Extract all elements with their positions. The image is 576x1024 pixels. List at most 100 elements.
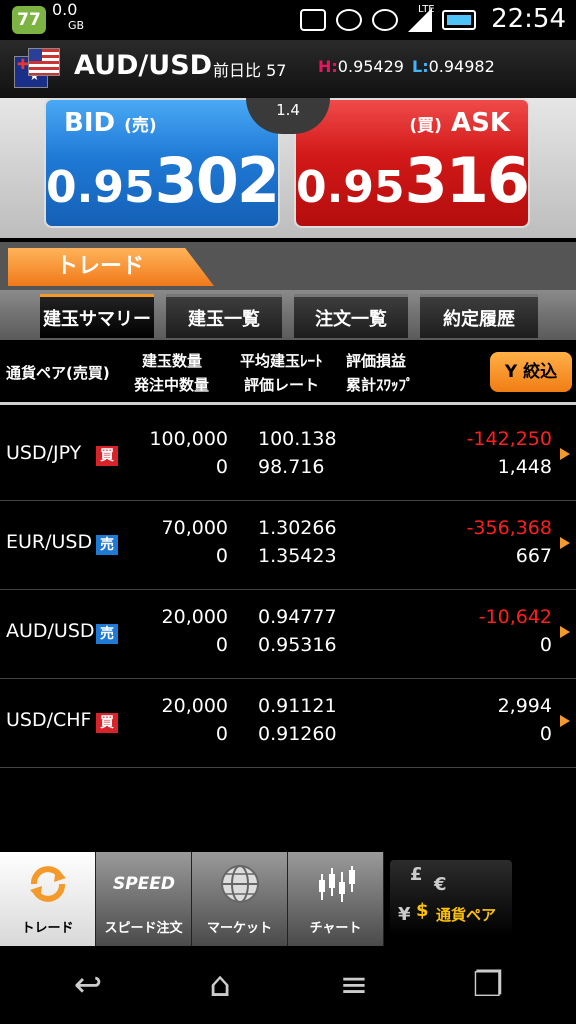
- voicemail-icon: [300, 9, 326, 31]
- home-icon[interactable]: ⌂: [190, 960, 250, 1010]
- ask-label: (買) ASK: [409, 108, 510, 138]
- nav-speed-order[interactable]: SPEED スピード注文: [96, 852, 192, 946]
- nav-market-label: マーケット: [206, 921, 272, 936]
- nav-currency-pair[interactable]: £ € ¥ $ 通貨ペア: [390, 860, 512, 936]
- nav-trade[interactable]: トレード: [0, 852, 96, 946]
- col-qty: 建玉数量: [142, 352, 203, 370]
- row-qty: 100,000: [149, 428, 228, 450]
- back-icon[interactable]: ↩: [58, 960, 118, 1010]
- tab-position-summary[interactable]: 建玉サマリー: [40, 294, 154, 338]
- bid-label-jp: (売): [124, 116, 157, 136]
- side-badge: 売: [96, 624, 118, 644]
- currency-symbols-icon: £: [410, 864, 423, 885]
- bid-label: BID (売): [64, 108, 157, 138]
- row-pl: -10,642: [478, 606, 552, 628]
- dollar-icon: $: [416, 900, 429, 921]
- col-swap: 累計ｽﾜｯﾌﾟ: [346, 376, 414, 394]
- high-value: 0.95429: [337, 57, 404, 76]
- table-row[interactable]: USD/JPY 買 100,000 0 100.138 98.716 -142,…: [0, 412, 576, 501]
- change-label: 前日比: [213, 61, 262, 80]
- col-avg-rate: 平均建玉ﾚｰﾄ: [240, 352, 323, 370]
- pair-title: AUD/USD: [74, 50, 213, 81]
- chevron-right-icon: [560, 715, 570, 727]
- heart-icon: [336, 9, 362, 31]
- row-swap: 0: [539, 723, 552, 745]
- bid-label-text: BID: [64, 108, 116, 138]
- alarm-icon: [372, 9, 398, 31]
- bid-price: 0.95302: [46, 144, 280, 217]
- ask-price: 0.95316: [296, 144, 530, 217]
- trade-tab[interactable]: トレード: [8, 248, 214, 286]
- day-change: 前日比 57: [213, 57, 286, 81]
- chevron-right-icon: [560, 448, 570, 460]
- side-badge: 売: [96, 535, 118, 555]
- clock: 22:54: [491, 4, 566, 34]
- row-eval-rate: 1.35423: [258, 545, 337, 567]
- tab-position-list[interactable]: 建玉一覧: [166, 294, 282, 338]
- row-pending: 0: [215, 545, 228, 567]
- row-pl: -356,368: [466, 517, 552, 539]
- row-pair: USD/JPY: [6, 442, 82, 464]
- side-badge: 買: [96, 446, 118, 466]
- chevron-right-icon: [560, 626, 570, 638]
- side-badge: 買: [96, 713, 118, 733]
- ask-price-small: 0.95: [296, 162, 405, 213]
- euro-icon: €: [434, 874, 447, 895]
- row-qty: 20,000: [161, 606, 228, 628]
- us-flag-icon: [28, 48, 60, 76]
- ask-label-text: ASK: [451, 108, 510, 138]
- network-type: LTE: [418, 4, 435, 15]
- tab-order-list[interactable]: 注文一覧: [294, 294, 408, 338]
- status-bar: 77 0.0 GB LTE 22:54: [0, 0, 576, 40]
- row-eval-rate: 0.95316: [258, 634, 337, 656]
- row-pending: 0: [215, 634, 228, 656]
- row-avg-rate: 0.91121: [258, 695, 337, 717]
- row-swap: 0: [539, 634, 552, 656]
- pair-header[interactable]: AUD/USD 前日比 57 H:0.95429 L:0.94982: [0, 40, 576, 98]
- row-avg-rate: 0.94777: [258, 606, 337, 628]
- menu-icon[interactable]: ≡: [324, 960, 384, 1010]
- candlestick-chart-icon: [319, 866, 355, 902]
- refresh-arrows-icon: [30, 866, 66, 902]
- row-swap: 667: [515, 545, 552, 567]
- bid-price-large: 302: [154, 144, 280, 217]
- data-usage: 0.0 GB: [52, 2, 84, 34]
- filter-button[interactable]: Y 絞込: [490, 352, 572, 392]
- bid-button[interactable]: BID (売) 0.95302: [44, 98, 280, 228]
- nav-chart-label: チャート: [309, 921, 362, 936]
- filter-icon: Y: [504, 362, 518, 382]
- row-avg-rate: 100.138: [258, 428, 337, 450]
- row-pair: AUD/USD: [6, 620, 95, 642]
- ask-button[interactable]: (買) ASK 0.95316: [294, 98, 530, 228]
- recent-apps-icon[interactable]: ❐: [458, 960, 518, 1010]
- nav-speed-label: スピード注文: [104, 921, 183, 936]
- row-qty: 70,000: [161, 517, 228, 539]
- nav-trade-label: トレード: [21, 921, 74, 936]
- battery-icon: [442, 10, 476, 30]
- col-pl: 評価損益: [346, 352, 407, 370]
- col-pending: 発注中数量: [134, 376, 210, 394]
- column-header: 通貨ペア(売買) 建玉数量 発注中数量 平均建玉ﾚｰﾄ 評価レート 評価損益 累…: [0, 340, 576, 405]
- speed-icon: SPEED: [112, 874, 176, 894]
- tab-execution-history[interactable]: 約定履歴: [420, 294, 538, 338]
- row-pending: 0: [215, 723, 228, 745]
- table-row[interactable]: AUD/USD 売 20,000 0 0.94777 0.95316 -10,6…: [0, 590, 576, 679]
- low-value: 0.94982: [428, 57, 495, 76]
- row-eval-rate: 98.716: [258, 456, 325, 478]
- status-icons: [300, 6, 476, 34]
- nav-market[interactable]: マーケット: [192, 852, 288, 946]
- col-pair: 通貨ペア(売買): [6, 364, 110, 382]
- yen-icon: ¥: [398, 904, 411, 925]
- high-key: H:: [318, 57, 338, 76]
- nav-chart[interactable]: チャート: [288, 852, 384, 946]
- row-pl: 2,994: [497, 695, 552, 717]
- globe-icon: [221, 865, 259, 903]
- table-row[interactable]: USD/CHF 買 20,000 0 0.91121 0.91260 2,994…: [0, 679, 576, 768]
- ask-label-jp: (買): [409, 116, 442, 136]
- low-key: L:: [412, 57, 429, 76]
- row-pending: 0: [215, 456, 228, 478]
- filter-label: 絞込: [523, 362, 558, 382]
- bid-price-small: 0.95: [46, 162, 155, 213]
- table-row[interactable]: EUR/USD 売 70,000 0 1.30266 1.35423 -356,…: [0, 501, 576, 590]
- row-avg-rate: 1.30266: [258, 517, 337, 539]
